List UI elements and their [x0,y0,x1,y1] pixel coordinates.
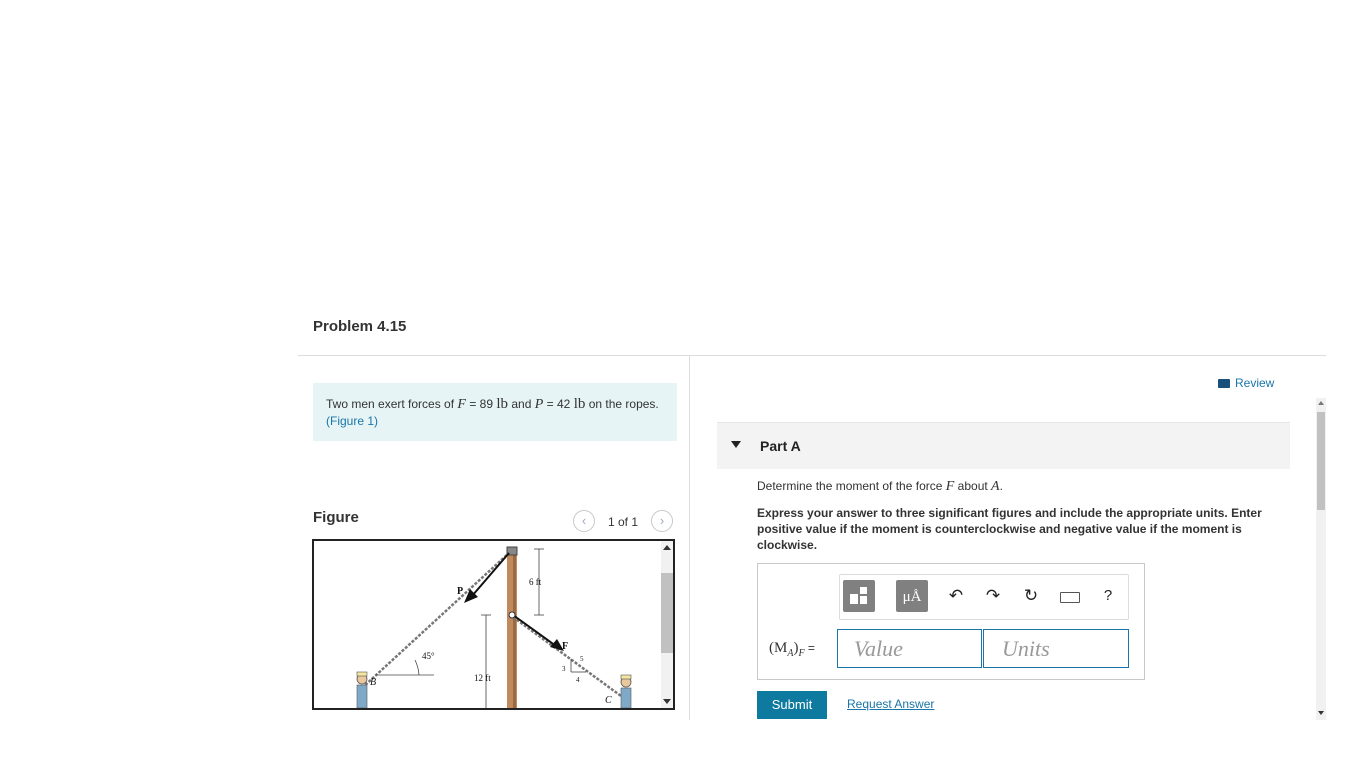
label-slope-4: 4 [576,676,580,684]
question-end: . [999,479,1003,493]
question-force-symbol: F [945,479,955,494]
figure-scrollbar-thumb[interactable] [661,573,673,653]
templates-button[interactable] [843,580,875,612]
label-c: C [605,695,612,706]
force-f-unit: lb [496,396,509,412]
label-slope-3: 3 [562,665,566,673]
label-6ft: 6 ft [529,577,542,587]
part-a-header[interactable]: Part A [717,422,1290,469]
label-moment: (M [769,640,788,656]
force-p-unit: lb [573,396,586,412]
force-f-value: = 89 [469,397,494,411]
figure-link[interactable]: (Figure 1) [326,414,378,428]
figure-viewer[interactable]: P F B C 6 ft 12 ft 45° 3 4 5 [312,539,675,710]
force-f-symbol: F [457,397,466,412]
label-b: B [370,677,376,688]
pole-shade [513,549,516,708]
figure-heading: Figure [313,509,359,526]
redo-icon[interactable]: ↷ [982,585,1004,607]
label-12ft: 12 ft [474,673,491,683]
value-input[interactable] [837,629,982,668]
chevron-left-icon: ‹ [581,513,587,528]
force-p-value: = 42 [546,397,571,411]
angle-arc [414,659,420,676]
undo-icon[interactable]: ↶ [945,585,967,607]
question-text: Determine the moment of the force F abou… [757,479,1003,495]
label-f: F [562,641,568,652]
force-p-arrow [471,552,510,597]
intro-text-and: and [511,397,532,411]
part-label: Part A [760,438,801,454]
problem-intro-text: Two men exert forces of F = 89 lb and P … [326,396,671,429]
scroll-up-icon[interactable] [1318,401,1324,405]
figure-next-button[interactable]: › [651,510,673,532]
reset-icon[interactable]: ↻ [1020,585,1042,607]
submit-button[interactable]: Submit [757,691,827,719]
figure-pager: 1 of 1 [608,515,639,529]
caret-down-icon[interactable] [731,441,741,448]
attach-point [508,611,516,619]
template-block-icon [860,587,867,594]
template-block-icon [850,594,858,604]
request-answer-link[interactable]: Request Answer [847,697,934,711]
units-button[interactable]: μÅ [896,580,928,612]
column-divider [689,356,690,720]
intro-text-part: Two men exert forces of [326,397,455,411]
force-p-symbol: P [534,397,544,412]
math-toolbar: μÅ ↶ ↷ ↻ ? [839,574,1129,620]
man-c [620,674,632,708]
problem-title: Problem 4.15 [313,318,407,335]
review-link[interactable]: Review [1218,376,1274,390]
scroll-down-icon[interactable] [663,699,671,704]
question-prefix: Determine the moment of the force [757,479,943,493]
label-equals: = [804,641,815,655]
answer-instructions: Express your answer to three significant… [757,506,1262,552]
rope-f [512,615,622,698]
header-divider [298,355,1326,356]
question-point-symbol: A [991,479,1000,494]
label-p: P [457,586,463,597]
rope-p [361,552,510,689]
book-icon [1218,379,1230,388]
template-block-icon [860,596,867,604]
page-scrollbar-thumb[interactable] [1317,412,1325,510]
units-input[interactable] [983,629,1129,668]
force-f-arrow [512,614,557,647]
review-label: Review [1235,376,1275,390]
keyboard-icon[interactable] [1060,592,1080,603]
label-angle: 45° [422,651,435,661]
scroll-up-icon[interactable] [663,545,671,550]
question-mid: about [957,479,988,493]
intro-text-end: on the ropes. [588,397,659,411]
answer-variable-label: (MA)F = [769,640,815,659]
label-slope-5: 5 [580,655,584,663]
figure-diagram: P F B C 6 ft 12 ft 45° 3 4 5 [356,546,632,708]
scroll-down-icon[interactable] [1318,711,1324,715]
problem-intro-box: Two men exert forces of F = 89 lb and P … [313,383,677,441]
man-b [356,671,368,708]
figure-prev-button[interactable]: ‹ [573,510,595,532]
chevron-right-icon: › [659,513,665,528]
help-icon[interactable]: ? [1097,585,1119,607]
